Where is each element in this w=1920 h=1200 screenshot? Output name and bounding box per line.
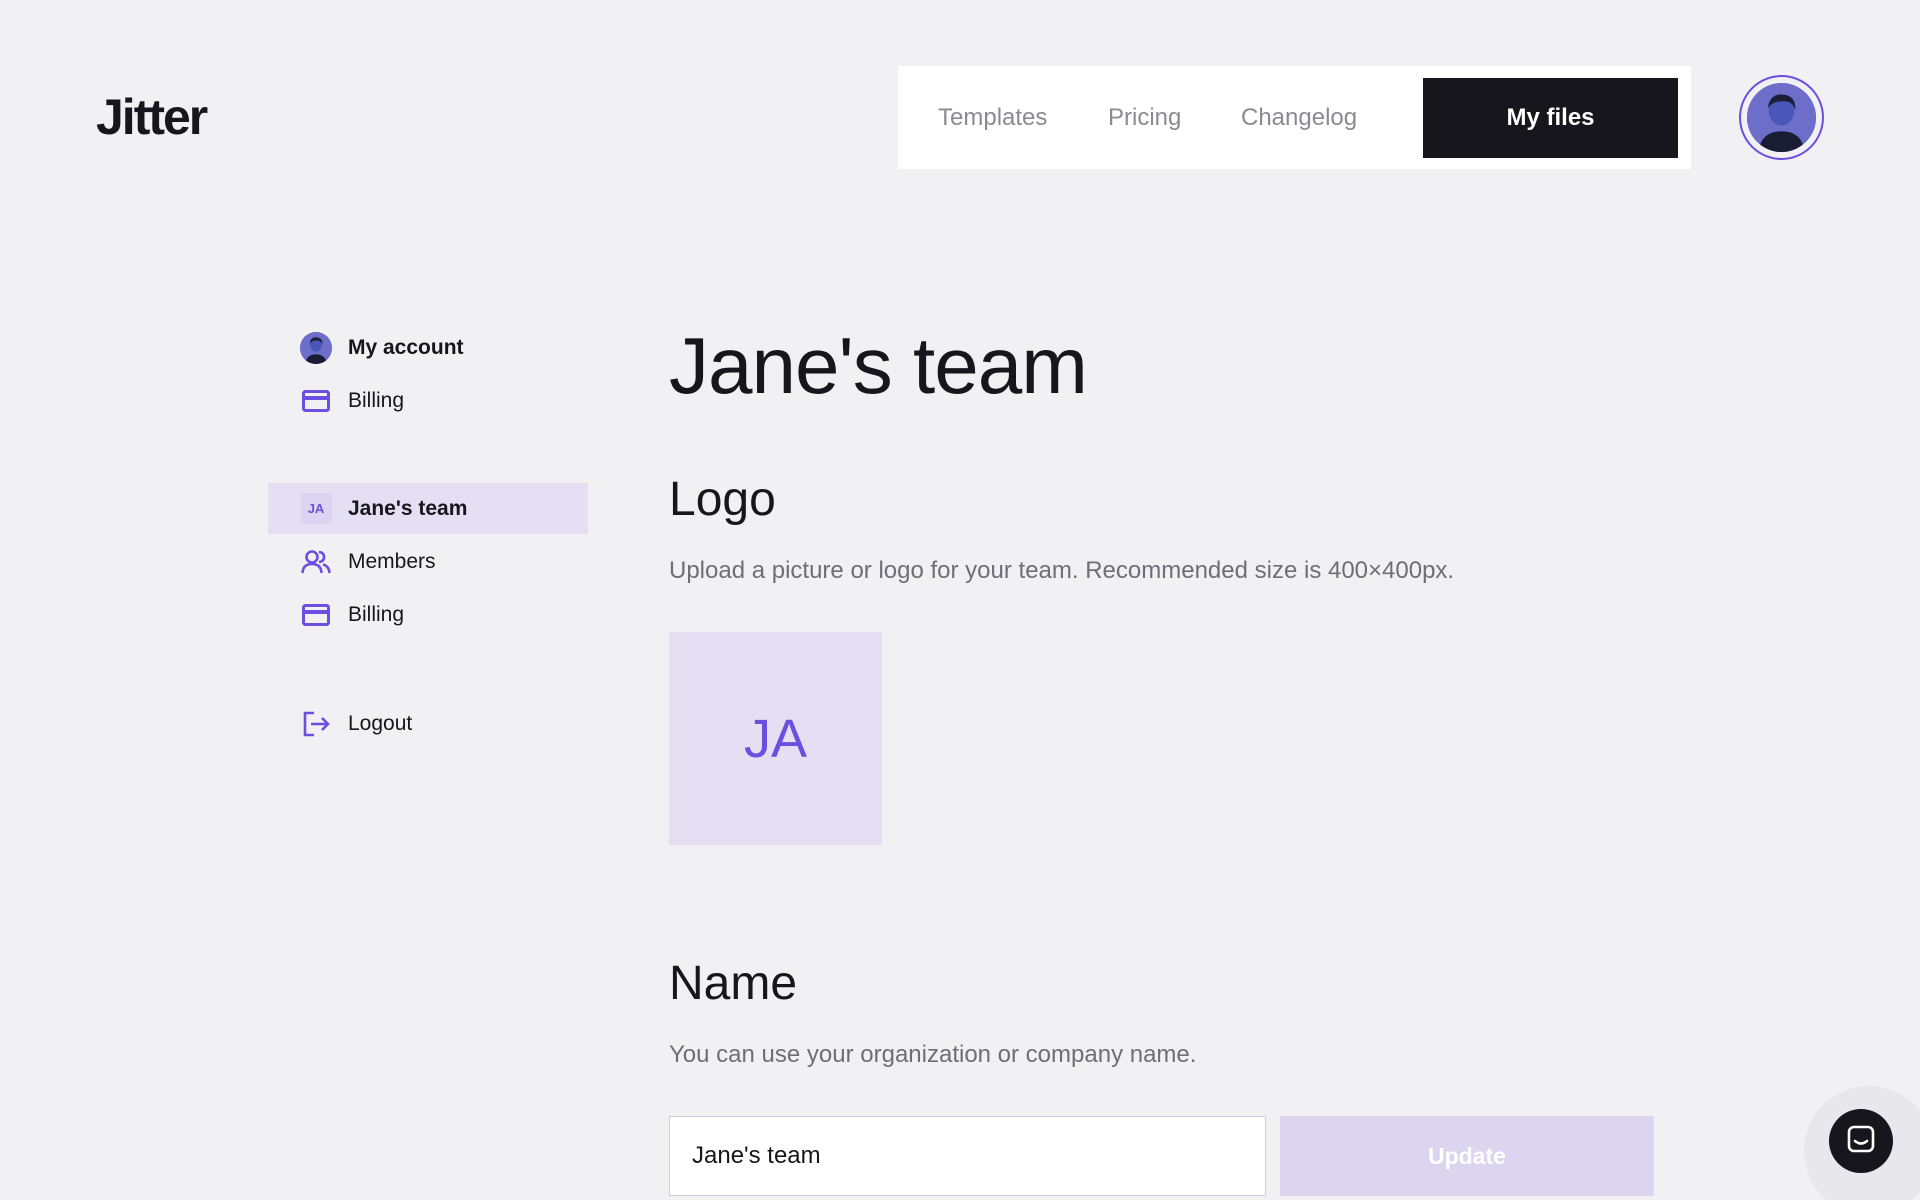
user-avatar[interactable] [1739,75,1824,160]
page-title: Jane's team [669,321,1088,410]
sidebar-item-label: Members [348,549,436,573]
nav-link-pricing[interactable]: Pricing [1108,104,1181,132]
settings-page: Jitter Templates Pricing Changelog My fi… [0,0,1920,1200]
update-button[interactable]: Update [1280,1116,1654,1196]
sidebar-item-label: Billing [348,602,405,626]
team-logo-upload[interactable]: JA [669,632,882,845]
credit-card-icon [300,599,332,631]
chat-icon [1846,1124,1876,1159]
user-avatar-image [1747,83,1816,152]
chat-launcher-button[interactable] [1829,1109,1893,1173]
sidebar-item-my-account[interactable]: My account [268,322,588,373]
my-files-button[interactable]: My files [1423,78,1678,158]
team-name-input[interactable] [669,1116,1266,1196]
sidebar-item-members[interactable]: Members [268,536,588,587]
credit-card-icon [300,385,332,417]
sidebar-item-account-billing[interactable]: Billing [268,375,588,426]
name-section-heading: Name [669,957,798,1010]
sidebar-item-label: Billing [348,388,405,412]
top-navigation: Templates Pricing Changelog My files [898,66,1691,169]
sidebar-item-team[interactable]: JA Jane's team [268,483,588,534]
users-icon [300,546,332,578]
sidebar-item-label: Logout [348,711,413,735]
name-section-description: You can use your organization or company… [669,1041,1197,1068]
sidebar-item-team-billing[interactable]: Billing [268,589,588,640]
team-logo-initials: JA [743,708,808,769]
logo-section-description: Upload a picture or logo for your team. … [669,557,1455,584]
nav-link-changelog[interactable]: Changelog [1241,104,1357,132]
sidebar-item-logout[interactable]: Logout [268,698,588,749]
sidebar-item-label: My account [348,335,464,359]
team-initials-icon: JA [300,493,332,525]
account-avatar-icon [300,331,332,364]
logo-section-heading: Logo [669,473,776,526]
logout-icon [300,708,332,740]
jitter-logo[interactable]: Jitter [96,88,208,146]
nav-link-templates[interactable]: Templates [938,104,1047,132]
sidebar-item-label: Jane's team [348,496,468,520]
